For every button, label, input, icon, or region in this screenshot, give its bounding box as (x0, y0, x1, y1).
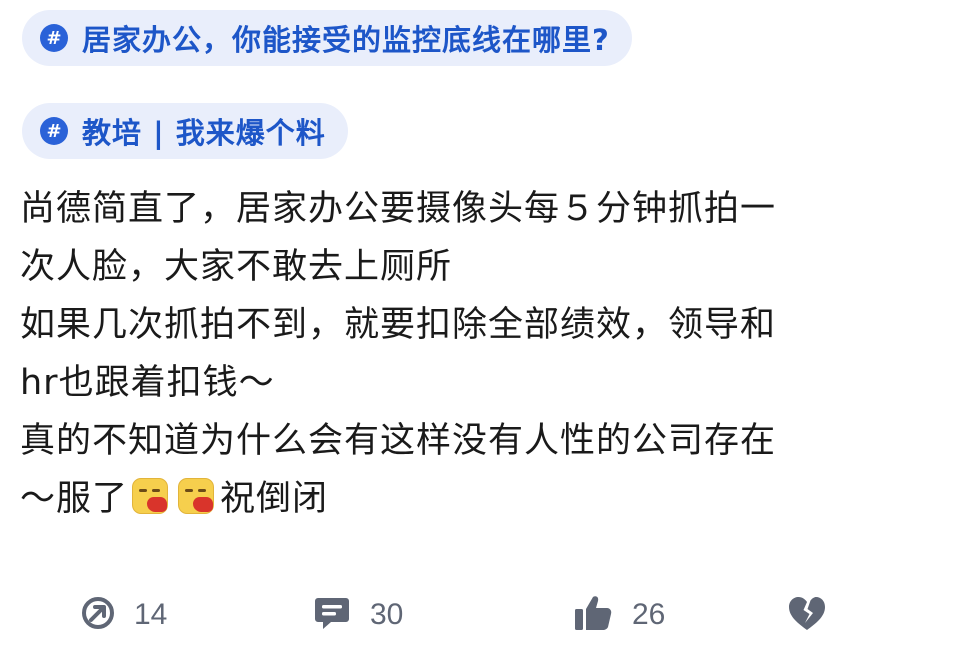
post-line-last: ～服了 祝倒闭 (20, 470, 935, 528)
broken-heart-icon (786, 593, 828, 637)
post-line: 尚德简直了，居家办公要摄像头每５分钟抓拍一 (20, 189, 777, 229)
like-button[interactable]: 26 (572, 585, 665, 645)
post-text: 祝倒闭 (220, 479, 329, 519)
post-body: 尚德简直了，居家办公要摄像头每５分钟抓拍一 次人脸，大家不敢去上厕所 如果几次抓… (20, 180, 935, 528)
topic-label: 居家办公，你能接受的监控底线在哪里? (82, 23, 610, 57)
dislike-button[interactable] (786, 585, 828, 645)
hash-icon: # (40, 117, 68, 145)
angry-face-emoji (130, 474, 172, 516)
comment-button[interactable]: 30 (312, 585, 403, 645)
topic-tag-education[interactable]: # 教培 | 我来爆个料 (22, 103, 348, 159)
action-bar: 14 30 26 (0, 585, 958, 645)
comment-icon (312, 593, 352, 637)
share-button[interactable]: 14 (80, 585, 167, 645)
comment-count: 30 (370, 598, 404, 631)
like-count: 26 (632, 598, 666, 631)
post-line: 如果几次抓拍不到，就要扣除全部绩效，领导和 (20, 305, 777, 345)
post-line: 真的不知道为什么会有这样没有人性的公司存在 (20, 421, 777, 461)
share-icon (80, 595, 116, 635)
topic-label: 教培 | 我来爆个料 (82, 116, 326, 150)
topic-tag-remote-work[interactable]: # 居家办公，你能接受的监控底线在哪里? (22, 10, 632, 66)
post-text: ～服了 (20, 479, 129, 519)
angry-face-emoji (176, 474, 218, 516)
share-count: 14 (134, 598, 168, 631)
thumbs-up-icon (572, 592, 614, 638)
hash-icon: # (40, 24, 68, 52)
post-line: 次人脸，大家不敢去上厕所 (20, 247, 453, 287)
post-line: hr也跟着扣钱～ (20, 363, 275, 403)
